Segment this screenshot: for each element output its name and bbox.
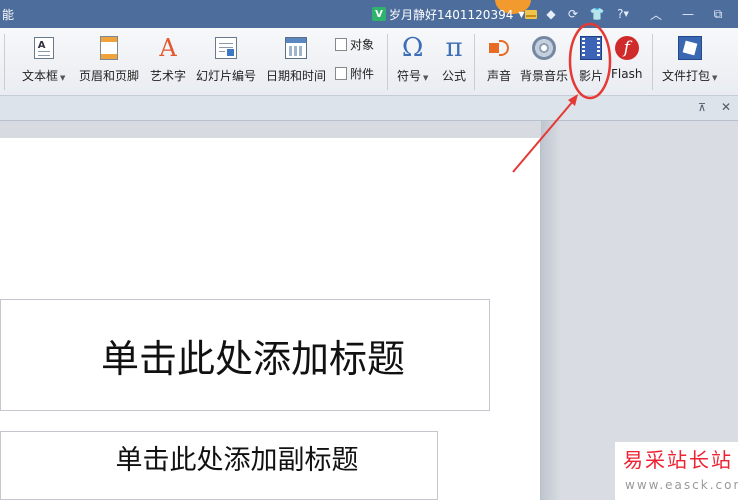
watermark-url: www.easck.com bbox=[625, 478, 738, 492]
object-icon bbox=[335, 37, 347, 51]
separator bbox=[652, 34, 653, 90]
collapse-ribbon-icon[interactable]: ︿ bbox=[648, 6, 664, 22]
textbox-icon: A bbox=[33, 37, 54, 59]
cloud-icon[interactable]: ◆ bbox=[543, 6, 559, 22]
music-disc-icon bbox=[532, 36, 556, 60]
app-title: 能 bbox=[2, 8, 15, 22]
omega-icon: Ω bbox=[401, 33, 424, 63]
speaker-icon bbox=[487, 37, 511, 59]
flash-button[interactable]: f Flash bbox=[611, 32, 642, 92]
help-button[interactable]: ? ▼ bbox=[612, 6, 634, 22]
slide-number-button[interactable]: 幻灯片编号 bbox=[196, 32, 256, 92]
restore-button[interactable]: ⧉ bbox=[710, 6, 726, 22]
object-button[interactable]: 对象 bbox=[335, 35, 374, 53]
chevron-down-icon: ▼ bbox=[60, 74, 66, 82]
separator bbox=[387, 34, 388, 90]
attachment-button[interactable]: 附件 bbox=[335, 64, 374, 82]
textbox-label: 文本框 bbox=[22, 69, 59, 83]
bg-music-label: 背景音乐 bbox=[520, 69, 569, 83]
bg-music-button[interactable]: 背景音乐 bbox=[520, 32, 568, 92]
mail-icon[interactable] bbox=[523, 6, 539, 22]
chevron-down-icon: ▼ bbox=[712, 74, 718, 82]
title-placeholder-text: 单击此处添加标题 bbox=[100, 336, 405, 381]
datetime-label: 日期和时间 bbox=[266, 69, 327, 83]
film-icon bbox=[580, 36, 602, 60]
sound-label: 声音 bbox=[486, 69, 511, 83]
movie-button[interactable]: 影片 bbox=[578, 32, 604, 92]
watermark-site-name: 易采站长站 bbox=[623, 448, 733, 472]
pi-icon: π bbox=[445, 33, 463, 63]
wordart-button[interactable]: A 艺术字 bbox=[150, 32, 186, 92]
slide-number-label: 幻灯片编号 bbox=[196, 69, 257, 83]
flash-icon: f bbox=[614, 36, 639, 60]
symbol-button[interactable]: Ω 符号 ▼ bbox=[397, 32, 428, 92]
header-footer-label: 页眉和页脚 bbox=[79, 69, 140, 83]
calendar-icon bbox=[285, 37, 307, 59]
user-account[interactable]: V 岁月静好1401120394 ▼ bbox=[372, 5, 525, 23]
slide-number-icon bbox=[215, 37, 237, 59]
skin-icon[interactable]: 👕 bbox=[589, 6, 605, 22]
minimize-button[interactable]: — bbox=[680, 6, 696, 22]
wordart-icon: A bbox=[159, 34, 177, 62]
chevron-down-icon: ▼ bbox=[423, 74, 429, 82]
close-icon[interactable]: ✕ bbox=[721, 100, 731, 114]
wordart-label: 艺术字 bbox=[150, 69, 187, 83]
watermark: 易采站长站 www.easck.com bbox=[615, 442, 738, 500]
pane-header-bar: ⊼ ✕ bbox=[0, 96, 738, 121]
flash-label: Flash bbox=[611, 67, 643, 81]
pin-icon[interactable]: ⊼ bbox=[698, 101, 706, 114]
sound-button[interactable]: 声音 bbox=[486, 32, 512, 92]
file-pack-label: 文件打包 bbox=[662, 69, 711, 83]
formula-button[interactable]: π 公式 bbox=[441, 32, 467, 92]
title-bar: 能 V 岁月静好1401120394 ▼ ◆ ⟳ 👕 ? ▼ ︿ — ⧉ bbox=[0, 0, 738, 28]
attachment-icon bbox=[335, 66, 347, 80]
file-pack-icon bbox=[677, 36, 702, 60]
file-pack-button[interactable]: 文件打包 ▼ bbox=[662, 32, 717, 92]
formula-label: 公式 bbox=[441, 69, 466, 83]
attachment-label: 附件 bbox=[350, 66, 375, 81]
user-level-icon: V bbox=[372, 7, 386, 21]
subtitle-placeholder-text: 单击此处添加副标题 bbox=[115, 445, 359, 476]
refresh-icon[interactable]: ⟳ bbox=[565, 6, 581, 22]
datetime-button[interactable]: 日期和时间 bbox=[266, 32, 326, 92]
textbox-button[interactable]: A 文本框 ▼ bbox=[22, 32, 65, 92]
object-label: 对象 bbox=[350, 37, 375, 52]
symbol-label: 符号 bbox=[397, 69, 422, 83]
insert-ribbon: A 文本框 ▼ 页眉和页脚 A 艺术字 幻灯片编号 日期和时间 对象 附件 Ω 符… bbox=[0, 28, 738, 96]
user-name: 岁月静好1401120394 bbox=[389, 7, 514, 22]
header-footer-icon bbox=[100, 36, 118, 60]
subtitle-placeholder[interactable]: 单击此处添加副标题 bbox=[0, 431, 438, 500]
separator bbox=[474, 34, 475, 90]
movie-label: 影片 bbox=[578, 69, 603, 83]
separator bbox=[4, 34, 5, 90]
title-placeholder[interactable]: 单击此处添加标题 bbox=[0, 299, 490, 411]
header-footer-button[interactable]: 页眉和页脚 bbox=[79, 32, 139, 92]
